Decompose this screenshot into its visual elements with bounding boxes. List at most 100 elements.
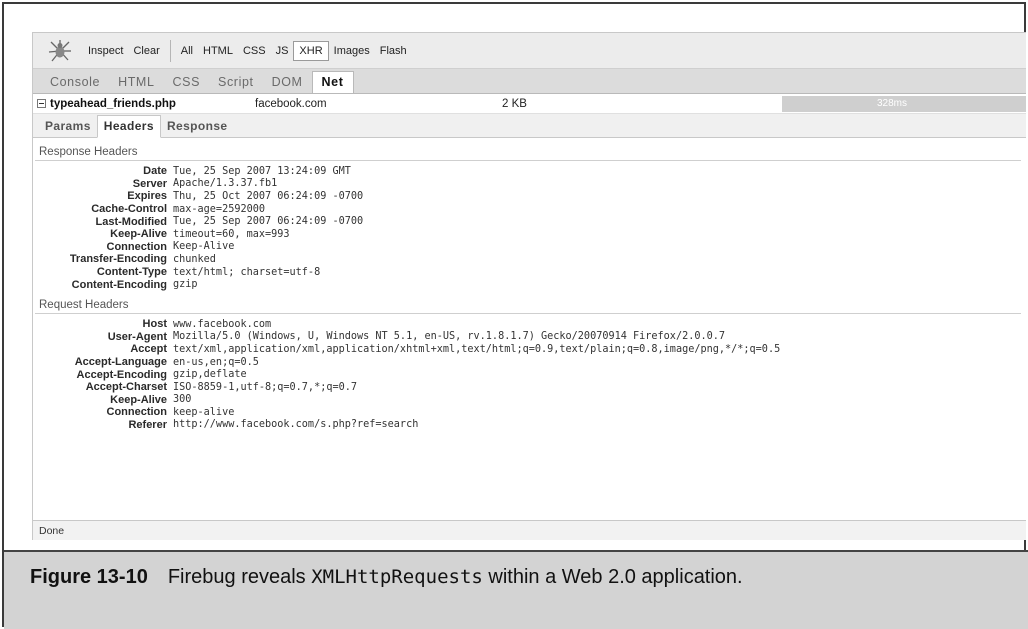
header-row: Cache-Control max-age=2592000 <box>41 203 1026 216</box>
filter-html[interactable]: HTML <box>198 42 238 60</box>
firebug-window: Inspect Clear All HTML CSS JS XHR Images… <box>32 32 1026 540</box>
detail-tabs: Params Headers Response <box>33 114 1026 138</box>
header-value: Thu, 25 Oct 2007 06:24:09 -0700 <box>173 190 364 202</box>
header-value: text/xml,application/xml,application/xht… <box>173 343 781 355</box>
header-name: Referer <box>128 418 167 431</box>
header-name: Host <box>142 318 167 331</box>
request-detail: Params Headers Response Response Headers… <box>33 114 1026 431</box>
tab-net[interactable]: Net <box>311 71 354 93</box>
header-row: Accept text/xml,application/xml,applicati… <box>41 343 1026 356</box>
figure-label: Figure 13-10 <box>30 566 148 588</box>
request-time: 328ms <box>877 97 908 109</box>
header-name: Accept-Charset <box>85 381 167 394</box>
header-row: Expires Thu, 25 Oct 2007 06:24:09 -0700 <box>41 190 1026 203</box>
tab-response[interactable]: Response <box>161 116 234 137</box>
header-value: max-age=2592000 <box>173 203 266 215</box>
figure-frame: Inspect Clear All HTML CSS JS XHR Images… <box>2 2 1028 629</box>
header-row: Connection keep-alive <box>41 406 1026 419</box>
header-name: Transfer-Encoding <box>69 253 167 266</box>
figure-caption: Figure 13-10 Firebug reveals XMLHttpReque… <box>4 550 1028 629</box>
header-row: Accept-Encoding gzip,deflate <box>41 368 1026 381</box>
header-value: 300 <box>173 394 192 406</box>
header-value: keep-alive <box>173 406 235 418</box>
tab-console[interactable]: Console <box>41 72 109 93</box>
header-name: Connection <box>106 240 168 253</box>
panel-tabs: Console HTML CSS Script DOM Net <box>33 69 1026 94</box>
header-value: http://www.facebook.com/s.php?ref=search <box>173 419 419 431</box>
header-value: Tue, 25 Sep 2007 06:24:09 -0700 <box>173 216 364 228</box>
header-row: Host www.facebook.com <box>41 318 1026 331</box>
header-row: Accept-Language en-us,en;q=0.5 <box>41 356 1026 369</box>
header-value: gzip <box>173 279 198 291</box>
header-row: Date Tue, 25 Sep 2007 13:24:09 GMT <box>41 165 1026 178</box>
filter-flash[interactable]: Flash <box>375 42 412 60</box>
status-bar: Done <box>33 520 1026 540</box>
filter-all[interactable]: All <box>176 42 198 60</box>
header-name: Date <box>143 165 167 178</box>
header-row: Connection Keep-Alive <box>41 241 1026 254</box>
caption-code: XMLHttpRequests <box>311 566 483 588</box>
header-value: Mozilla/5.0 (Windows, U, Windows NT 5.1,… <box>173 331 726 343</box>
request-name: typeahead_friends.php <box>50 97 176 110</box>
tab-script[interactable]: Script <box>209 72 263 93</box>
header-row: User-Agent Mozilla/5.0 (Windows, U, Windo… <box>41 331 1026 344</box>
status-text: Done <box>39 525 65 537</box>
clear-button[interactable]: Clear <box>128 42 164 60</box>
filter-images[interactable]: Images <box>329 42 375 60</box>
header-value: Keep-Alive <box>173 241 235 253</box>
response-headers-table: Date Tue, 25 Sep 2007 13:24:09 GMT Server A… <box>41 165 1026 291</box>
header-name: Connection <box>106 406 168 419</box>
filter-js[interactable]: JS <box>271 42 294 60</box>
header-name: Content-Type <box>96 266 167 279</box>
tab-dom[interactable]: DOM <box>263 72 312 93</box>
collapse-icon[interactable] <box>37 99 46 108</box>
header-name: Content-Encoding <box>71 278 167 291</box>
tab-html[interactable]: HTML <box>109 72 163 93</box>
header-value: timeout=60, max=993 <box>173 228 290 240</box>
request-row[interactable]: typeahead_friends.php facebook.com 2 KB … <box>33 94 1026 114</box>
header-row: Keep-Alive timeout=60, max=993 <box>41 228 1026 241</box>
header-row: Server Apache/1.3.37.fb1 <box>41 178 1026 191</box>
filter-xhr[interactable]: XHR <box>293 40 329 61</box>
toolbar-separator <box>169 39 171 62</box>
filter-css[interactable]: CSS <box>238 42 271 60</box>
header-value: Apache/1.3.37.fb1 <box>173 178 278 190</box>
header-value: en-us,en;q=0.5 <box>173 356 259 368</box>
firebug-toolbar: Inspect Clear All HTML CSS JS XHR Images… <box>33 33 1026 69</box>
tab-headers[interactable]: Headers <box>96 115 161 138</box>
header-name: Expires <box>127 190 167 203</box>
tab-css[interactable]: CSS <box>164 72 210 93</box>
header-name: Accept-Encoding <box>76 368 167 381</box>
request-headers-title: Request Headers <box>35 297 1021 314</box>
header-name: Keep-Alive <box>110 228 167 241</box>
header-row: Last-Modified Tue, 25 Sep 2007 06:24:09 -… <box>41 215 1026 228</box>
header-value: www.facebook.com <box>173 318 272 330</box>
response-headers-title: Response Headers <box>35 144 1021 161</box>
header-name: User-Agent <box>107 330 167 343</box>
header-row: Transfer-Encoding chunked <box>41 253 1026 266</box>
header-name: Cache-Control <box>91 203 167 216</box>
header-value: gzip,deflate <box>173 369 247 381</box>
header-row: Referer http://www.facebook.com/s.php?ref… <box>41 419 1026 432</box>
caption-text-after: within a Web 2.0 application. <box>482 566 743 588</box>
tab-params[interactable]: Params <box>39 116 97 137</box>
header-name: Keep-Alive <box>110 393 167 406</box>
header-row: Content-Type text/html; charset=utf-8 <box>41 266 1026 279</box>
header-value: chunked <box>173 253 216 265</box>
header-row: Keep-Alive 300 <box>41 394 1026 407</box>
firebug-icon[interactable] <box>47 38 73 64</box>
inspect-button[interactable]: Inspect <box>83 42 128 60</box>
request-headers-table: Host www.facebook.com User-Agent Mozilla/5.… <box>41 318 1026 431</box>
caption-text-before: Firebug reveals <box>167 566 312 588</box>
header-name: Server <box>132 177 167 190</box>
header-value: Tue, 25 Sep 2007 13:24:09 GMT <box>173 165 351 177</box>
header-value: text/html; charset=utf-8 <box>173 266 321 278</box>
header-name: Accept-Language <box>74 356 167 369</box>
header-name: Accept <box>130 343 167 356</box>
request-domain: facebook.com <box>255 97 327 110</box>
header-row: Accept-Charset ISO-8859-1,utf-8;q=0.7,*;q… <box>41 381 1026 394</box>
timeline-bar: 328ms <box>782 95 1026 112</box>
header-name: Last-Modified <box>95 215 168 228</box>
header-value: ISO-8859-1,utf-8;q=0.7,*;q=0.7 <box>173 381 358 393</box>
request-size: 2 KB <box>502 97 527 110</box>
